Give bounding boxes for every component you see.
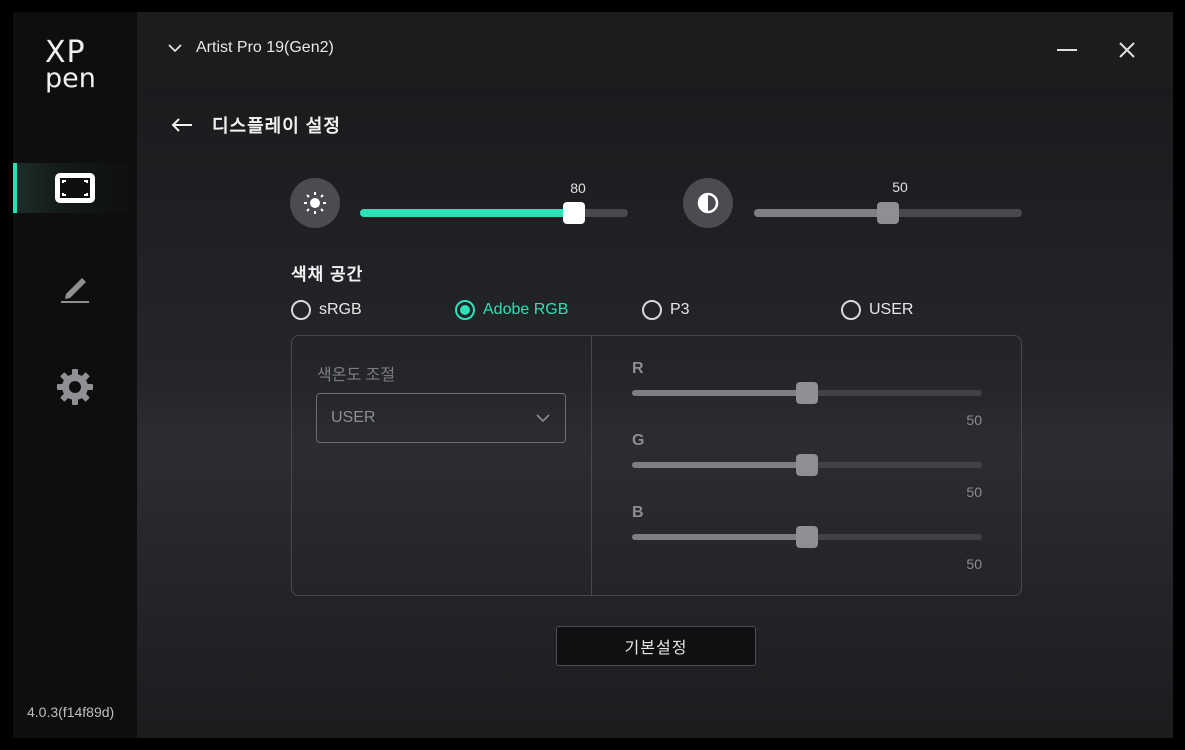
- contrast-slider-fill: [754, 209, 888, 217]
- green-slider-thumb[interactable]: [796, 454, 818, 476]
- green-label: G: [632, 432, 645, 449]
- red-slider[interactable]: [632, 382, 982, 404]
- pen-icon: [61, 278, 89, 303]
- radio-user[interactable]: USER: [841, 300, 913, 320]
- radio-label-srgb: sRGB: [319, 301, 362, 318]
- radio-circle: [455, 300, 475, 320]
- contrast-icon: [697, 192, 719, 214]
- color-temp-label: 색온도 조절: [317, 367, 396, 384]
- radio-label-user: USER: [869, 301, 914, 318]
- radio-circle: [841, 300, 861, 320]
- sidebar-item-settings[interactable]: [13, 362, 137, 412]
- minimize-button[interactable]: [1049, 34, 1085, 66]
- device-selector[interactable]: Artist Pro 19(Gen2): [168, 39, 334, 57]
- radio-label-p3: P3: [670, 301, 690, 318]
- xppen-logo: XP pen: [45, 38, 105, 94]
- contrast-icon-button: [683, 178, 733, 228]
- reset-defaults-button[interactable]: 기본설정: [556, 626, 756, 666]
- blue-slider[interactable]: [632, 526, 982, 548]
- brightness-icon-button: [290, 178, 340, 228]
- page-header: 디스플레이 설정: [170, 112, 341, 138]
- color-temp-select[interactable]: USER: [316, 393, 566, 443]
- radio-circle: [291, 300, 311, 320]
- radio-srgb[interactable]: sRGB: [291, 300, 362, 320]
- blue-value: 50: [966, 556, 982, 572]
- gear-icon: [57, 369, 93, 405]
- sidebar-item-pen[interactable]: [13, 262, 137, 312]
- blue-label: B: [632, 504, 644, 521]
- logo-bottom-text: pen: [45, 63, 96, 94]
- device-name: Artist Pro 19(Gen2): [196, 39, 334, 56]
- brightness-slider-thumb[interactable]: [563, 202, 586, 224]
- radio-p3[interactable]: P3: [642, 300, 690, 320]
- contrast-value: 50: [892, 179, 908, 195]
- blue-slider-fill: [632, 534, 807, 540]
- display-icon: [55, 173, 95, 203]
- sidebar-item-display[interactable]: [13, 163, 137, 213]
- brightness-icon: [304, 192, 326, 214]
- title-bar: Artist Pro 19(Gen2): [137, 12, 1173, 88]
- red-label: R: [632, 360, 644, 377]
- blue-slider-thumb[interactable]: [796, 526, 818, 548]
- red-value: 50: [966, 412, 982, 428]
- back-arrow-icon[interactable]: [170, 117, 194, 133]
- close-button[interactable]: [1109, 34, 1145, 66]
- red-slider-fill: [632, 390, 807, 396]
- radio-adobe-rgb[interactable]: Adobe RGB: [455, 300, 568, 320]
- green-slider[interactable]: [632, 454, 982, 476]
- sidebar: XP pen 4.0.3(f14f89d): [13, 12, 137, 738]
- color-settings-panel: 색온도 조절 USER R 50 G 50 B 50: [291, 335, 1022, 596]
- page-title: 디스플레이 설정: [212, 116, 341, 136]
- brightness-slider[interactable]: [360, 202, 628, 224]
- minimize-icon: [1057, 49, 1077, 51]
- green-value: 50: [966, 484, 982, 500]
- green-slider-fill: [632, 462, 807, 468]
- radio-label-adobe-rgb: Adobe RGB: [483, 301, 569, 318]
- chevron-down-icon: [168, 44, 182, 53]
- color-space-label: 색채 공간: [291, 265, 364, 284]
- panel-divider: [591, 336, 592, 595]
- close-icon: [1119, 42, 1135, 58]
- brightness-slider-fill: [360, 209, 575, 217]
- color-temp-selected: USER: [331, 409, 376, 426]
- radio-circle: [642, 300, 662, 320]
- app-window: XP pen 4.0.3(f14f89d) Artist Pro 19(Gen2…: [13, 12, 1173, 738]
- contrast-slider-thumb[interactable]: [877, 202, 899, 224]
- version-label: 4.0.3(f14f89d): [27, 704, 115, 720]
- brightness-value: 80: [570, 180, 586, 196]
- red-slider-thumb[interactable]: [796, 382, 818, 404]
- display-settings-page: 디스플레이 설정 80 50 색채 공간 sRGB Adobe RGB P3 U…: [137, 88, 1173, 738]
- chevron-down-icon: [536, 414, 550, 423]
- contrast-slider[interactable]: [754, 202, 1022, 224]
